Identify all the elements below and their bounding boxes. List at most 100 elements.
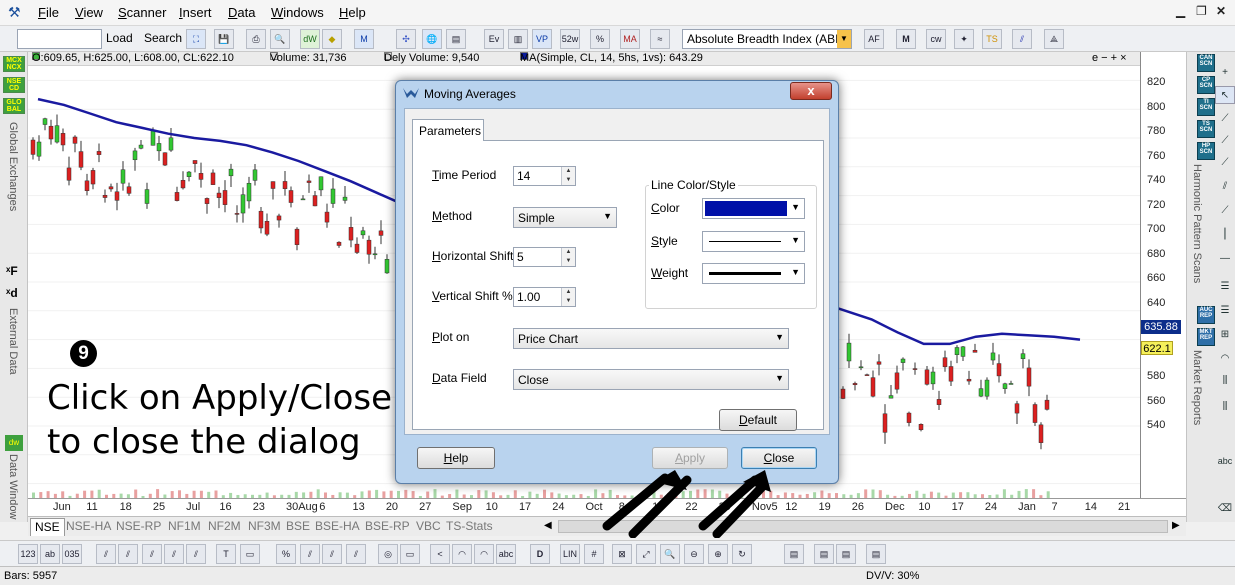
pointer-icon[interactable]: ↖ <box>1215 86 1235 104</box>
scan-cp[interactable]: CP SCN <box>1197 76 1215 94</box>
menu-windows[interactable]: Windows <box>271 5 324 20</box>
tool-text-icon[interactable]: T <box>216 544 236 564</box>
tool-wave1-icon[interactable]: % <box>276 544 296 564</box>
report-auc[interactable]: AUC REP <box>1197 306 1215 324</box>
tool-wave3-icon[interactable]: ⫽ <box>322 544 342 564</box>
dialog-close-button[interactable]: x <box>790 82 832 100</box>
tab-bse-ha[interactable]: BSE-HA <box>315 519 360 533</box>
tool-035-icon[interactable]: 035 <box>62 544 82 564</box>
scan-ts[interactable]: TS SCN <box>1197 120 1215 138</box>
menu-scanner[interactable]: Scanner <box>118 5 166 20</box>
plot-on-select[interactable]: Price Chart ▼ <box>513 328 789 349</box>
close-window-icon[interactable]: ✕ <box>1216 4 1226 18</box>
fork-icon[interactable]: ⟋ <box>1215 202 1235 220</box>
spin-arrows-icon[interactable]: ▲ ▼ <box>561 167 575 185</box>
tool-pattern3-icon[interactable]: ⫽ <box>142 544 162 564</box>
tool-wave4-icon[interactable]: ⫽ <box>346 544 366 564</box>
tab-bse[interactable]: BSE <box>286 519 310 533</box>
layout-icon[interactable]: ▤ <box>446 29 466 49</box>
ts-icon[interactable]: TS <box>982 29 1002 49</box>
drawing-icon[interactable]: ◆ <box>322 29 342 49</box>
data-window-icon[interactable]: dw <box>5 435 23 451</box>
scroll-left-icon[interactable]: ◀ <box>544 520 552 531</box>
scan-ti[interactable]: TI SCN <box>1197 98 1215 116</box>
minimize-icon[interactable]: ▁ <box>1176 4 1185 18</box>
tool-pattern4-icon[interactable]: ⫽ <box>164 544 184 564</box>
tool-box-icon[interactable]: ▭ <box>240 544 260 564</box>
close-button[interactable]: Close <box>741 447 817 469</box>
crosshair-icon[interactable]: + <box>1215 64 1235 82</box>
data-window-label[interactable]: Data Window <box>7 454 19 519</box>
report-mkt[interactable]: MKT REP <box>1197 328 1215 346</box>
menu-data[interactable]: Data <box>228 5 255 20</box>
color-select[interactable]: ▼ <box>702 198 805 219</box>
time-period-spinner[interactable]: 14 ▲ ▼ <box>513 166 576 186</box>
print-icon[interactable]: ⎙ <box>246 29 266 49</box>
m-pvt-icon[interactable]: M <box>896 29 916 49</box>
notes-icon[interactable]: ▤ <box>784 544 804 564</box>
tool-angle-icon[interactable]: < <box>430 544 450 564</box>
cow-tam-icon[interactable]: cw <box>926 29 946 49</box>
tool-wave2-icon[interactable]: ⫽ <box>300 544 320 564</box>
star-icon[interactable]: ✦ <box>954 29 974 49</box>
zoom-out-icon[interactable]: ⊖ <box>684 544 704 564</box>
paste-icon[interactable]: ▤ <box>836 544 856 564</box>
spin-arrows-icon[interactable]: ▲ ▼ <box>561 248 575 266</box>
volume-bars-icon[interactable]: ▥ <box>508 29 528 49</box>
app-icon[interactable]: ⚒ <box>8 4 24 20</box>
tool-wave5-icon[interactable]: ◎ <box>378 544 398 564</box>
tab-ts-stats[interactable]: TS-Stats <box>446 519 493 533</box>
print-preview-icon[interactable]: 🔍 <box>270 29 290 49</box>
indicator-select[interactable]: Absolute Breadth Index (ABI ▼ <box>682 29 852 49</box>
tool-abc-pattern-icon[interactable]: abc <box>496 544 516 564</box>
menu-file[interactable]: File <box>38 5 59 20</box>
tool-abc-icon[interactable]: ab <box>40 544 60 564</box>
tool-arc2-icon[interactable]: ◠ <box>474 544 494 564</box>
tab-nf1m[interactable]: NF1M <box>168 519 201 533</box>
vwap-icon[interactable]: VP <box>532 29 552 49</box>
exchange-mcx-ncx[interactable]: MCX NCX <box>3 56 25 72</box>
scroll-right-icon[interactable]: ▶ <box>1172 520 1180 531</box>
fan-icon[interactable]: ⟁ <box>1044 29 1064 49</box>
formula-icon[interactable]: ˣF <box>6 264 18 278</box>
tool-123-icon[interactable]: 123 <box>18 544 38 564</box>
ma-icon[interactable]: MA <box>620 29 640 49</box>
tool-wave6-icon[interactable]: ▭ <box>400 544 420 564</box>
auto-fibo-icon[interactable]: AF <box>864 29 884 49</box>
tab-nf2m[interactable]: NF2M <box>208 519 241 533</box>
tool-pattern5-icon[interactable]: ⫽ <box>186 544 206 564</box>
tab-nse-ha[interactable]: NSE-HA <box>66 519 111 533</box>
market-reports-label[interactable]: Market Reports <box>1191 350 1203 425</box>
tab-nf3m[interactable]: NF3M <box>248 519 281 533</box>
ms-icon[interactable]: M <box>354 29 374 49</box>
eraser-icon[interactable]: ⌫ <box>1215 500 1235 518</box>
tool-resize-icon[interactable]: ⤢ <box>636 544 656 564</box>
time-zone-icon[interactable]: ⫼ <box>1215 372 1235 390</box>
zoom-in-icon[interactable]: ⊕ <box>708 544 728 564</box>
restore-icon[interactable]: ❐ <box>1196 4 1207 18</box>
harmonic-scans-label[interactable]: Harmonic Pattern Scans <box>1191 164 1203 283</box>
global-exchanges-label[interactable]: Global Exchanges <box>7 122 19 211</box>
save-icon[interactable]: 💾 <box>214 29 234 49</box>
trendline-icon[interactable]: ⫽ <box>1012 29 1032 49</box>
help-button[interactable]: Help <box>417 447 495 469</box>
indicator-ev-icon[interactable]: Ev <box>484 29 504 49</box>
tab-nse-rp[interactable]: NSE-RP <box>116 519 161 533</box>
tab-parameters[interactable]: Parameters <box>412 119 484 141</box>
pane-controls[interactable]: e − + × <box>1092 52 1127 64</box>
segment-line-icon[interactable]: ⟋ <box>1215 132 1235 150</box>
spin-arrows-icon[interactable]: ▲ ▼ <box>561 288 575 306</box>
exchange-global[interactable]: GLO BAL <box>3 98 25 114</box>
hilo-icon[interactable]: 52w <box>560 29 580 49</box>
scan-hp[interactable]: HP SCN <box>1197 142 1215 160</box>
menu-view[interactable]: View <box>75 5 103 20</box>
style-select[interactable]: ▼ <box>702 231 805 252</box>
fibo-fan-icon[interactable]: ☰ <box>1215 302 1235 320</box>
vertical-line-icon[interactable]: ⎮ <box>1215 226 1235 244</box>
copy-icon[interactable]: ▤ <box>814 544 834 564</box>
symbol-input[interactable] <box>17 29 102 49</box>
ray-icon[interactable]: ⟋ <box>1215 154 1235 172</box>
zoom-icon[interactable]: 🔍 <box>660 544 680 564</box>
chevron-down-icon[interactable]: ▼ <box>837 30 851 48</box>
exchange-nse-cd[interactable]: NSE CD <box>3 77 25 93</box>
